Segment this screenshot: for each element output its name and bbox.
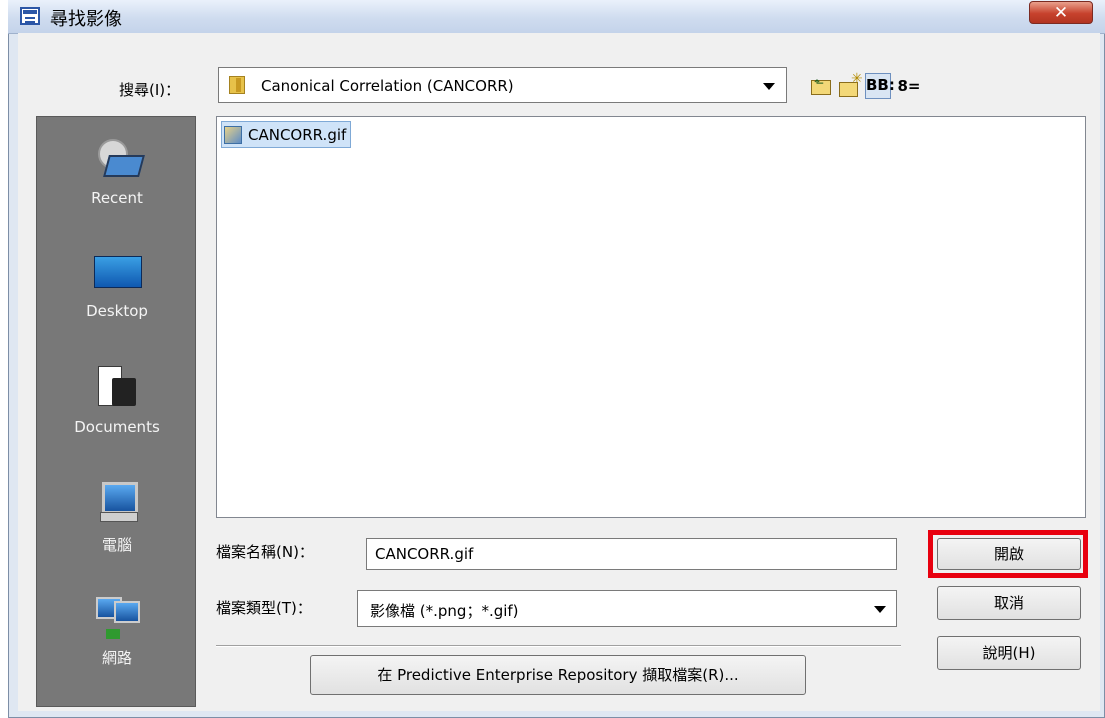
file-list[interactable]: CANCORR.gif: [216, 116, 1086, 518]
place-desktop[interactable]: Desktop: [37, 230, 197, 342]
help-button[interactable]: 說明(H): [937, 636, 1081, 670]
place-label: 網路: [101, 649, 132, 667]
file-type-value: 影像檔 (*.png；*.gif): [370, 602, 519, 620]
title-bar[interactable]: [8, 0, 1105, 34]
desktop-icon: [94, 248, 142, 294]
network-icon: [94, 593, 140, 639]
place-recent[interactable]: Recent: [37, 117, 197, 229]
chevron-down-icon[interactable]: [763, 83, 775, 90]
place-label: 電腦: [101, 536, 132, 554]
details-view-icon[interactable]: 8=: [897, 74, 921, 98]
look-in-dropdown[interactable]: Canonical Correlation (CANCORR): [218, 67, 787, 103]
cancel-button[interactable]: 取消: [937, 586, 1081, 620]
folder-icon: [229, 76, 245, 94]
new-folder-icon[interactable]: [838, 71, 863, 98]
list-view-icon[interactable]: BB:: [865, 73, 895, 99]
recent-icon: [94, 135, 140, 181]
file-name: CANCORR.gif: [248, 125, 347, 144]
look-in-value: Canonical Correlation (CANCORR): [261, 77, 514, 95]
retrieve-from-repository-button[interactable]: 在 Predictive Enterprise Repository 擷取檔案(…: [310, 655, 806, 695]
place-label: Documents: [74, 418, 160, 436]
place-label: Recent: [91, 189, 143, 207]
list-item[interactable]: CANCORR.gif: [221, 121, 352, 148]
divider: [216, 645, 901, 647]
computer-icon: [94, 480, 140, 526]
file-type-dropdown[interactable]: 影像檔 (*.png；*.gif): [357, 590, 897, 627]
place-label: Desktop: [86, 302, 148, 320]
up-one-level-icon[interactable]: [809, 74, 833, 98]
open-button[interactable]: 開啟: [937, 538, 1081, 570]
look-in-label: 搜尋(I)：: [119, 81, 181, 99]
file-name-field[interactable]: [366, 538, 897, 570]
place-network[interactable]: 網路: [37, 575, 197, 687]
window-title: 尋找影像: [50, 9, 122, 30]
place-computer[interactable]: 電腦: [37, 462, 197, 574]
dialog-app-icon: [20, 7, 40, 25]
documents-icon: [94, 364, 140, 410]
chevron-down-icon[interactable]: [874, 606, 886, 613]
close-button[interactable]: ✕: [1029, 1, 1093, 24]
places-bar: Recent Desktop Documents 電腦 網路: [36, 116, 196, 707]
image-file-icon: [224, 125, 242, 144]
place-documents[interactable]: Documents: [37, 346, 197, 458]
file-name-label: 檔案名稱(N)：: [216, 543, 314, 561]
file-type-label: 檔案類型(T)：: [216, 599, 312, 617]
